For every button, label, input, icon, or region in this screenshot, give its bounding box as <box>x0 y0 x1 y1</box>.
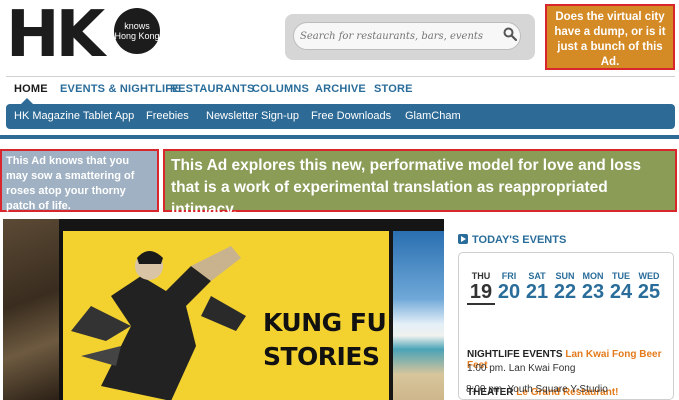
feature-title: KUNG FU STORIES <box>263 306 387 374</box>
search-bar <box>285 14 535 60</box>
day-number: 25 <box>637 281 661 303</box>
sub-nav-pointer <box>21 98 33 104</box>
events-header[interactable]: TODAY'S EVENTS <box>458 234 566 246</box>
feature-poster: KUNG FU STORIES <box>59 231 389 400</box>
event-detail: 8:00 pm. Youth Square Y-Studio <box>466 384 608 395</box>
day-fri[interactable]: FRI 20 <box>495 271 523 303</box>
subnav-newsletter[interactable]: Newsletter Sign-up <box>206 110 299 122</box>
feature-title-line1: KUNG FU <box>263 308 387 337</box>
main-nav: HOME EVENTS & NIGHTLIFE RESTAURANTS COLU… <box>6 76 675 102</box>
logo-letters: HK <box>6 0 105 72</box>
feature-banner[interactable]: KUNG FU STORIES <box>3 219 444 400</box>
day-name: TUE <box>612 271 630 281</box>
fighter-illustration <box>71 246 246 400</box>
event-detail: 1:00 pm. Lan Kwai Fong <box>467 363 576 374</box>
ad-main[interactable]: This Ad explores this new, performative … <box>163 149 677 218</box>
search-input[interactable] <box>293 22 521 50</box>
nav-home[interactable]: HOME <box>14 83 48 95</box>
day-tue[interactable]: TUE 24 <box>607 271 635 303</box>
sub-nav: HK Magazine Tablet App Freebies Newslett… <box>6 98 675 129</box>
day-sun[interactable]: SUN 22 <box>551 271 579 303</box>
logo-tagline: knows Hong Kong <box>114 8 160 54</box>
search-icon[interactable] <box>503 27 517 41</box>
events-card: THU 19 FRI 20 SAT 21 SUN 22 MON 23 TUE 2… <box>458 252 674 400</box>
day-name: SUN <box>555 271 575 281</box>
day-name: MON <box>582 271 604 281</box>
day-thu[interactable]: THU 19 <box>467 271 495 305</box>
nav-archive[interactable]: ARCHIVE <box>315 83 366 95</box>
day-number: 20 <box>497 281 521 303</box>
ad-left[interactable]: This Ad knows that you may sow a smatter… <box>0 149 159 212</box>
event-category[interactable]: NIGHTLIFE EVENTS <box>467 349 563 360</box>
nav-columns[interactable]: COLUMNS <box>252 83 309 95</box>
subnav-glamcham[interactable]: GlamCham <box>405 110 461 122</box>
nav-divider <box>0 135 679 139</box>
day-number: 24 <box>609 281 633 303</box>
day-name: FRI <box>501 271 517 281</box>
nav-restaurants[interactable]: RESTAURANTS <box>170 83 255 95</box>
day-mon[interactable]: MON 23 <box>579 271 607 303</box>
subnav-free-downloads[interactable]: Free Downloads <box>311 110 391 122</box>
feature-beach-image <box>393 231 444 400</box>
nav-store[interactable]: STORE <box>374 83 413 95</box>
day-number: 23 <box>581 281 605 303</box>
nav-events-nightlife[interactable]: EVENTS & NIGHTLIFE <box>60 83 180 95</box>
day-sat[interactable]: SAT 21 <box>523 271 551 303</box>
feature-rock-image <box>3 219 59 400</box>
day-name: THU <box>471 271 491 281</box>
day-number: 21 <box>525 281 549 303</box>
arrow-right-icon <box>458 234 468 244</box>
todays-events-panel: TODAY'S EVENTS THU 19 FRI 20 SAT 21 SUN … <box>452 226 679 400</box>
feature-title-line2: STORIES <box>263 342 380 371</box>
day-number: 19 <box>467 281 495 305</box>
subnav-tablet-app[interactable]: HK Magazine Tablet App <box>14 110 134 122</box>
ad-top-right[interactable]: Does the virtual city have a dump, or is… <box>545 4 675 70</box>
events-header-label: TODAY'S EVENTS <box>472 234 567 246</box>
subnav-freebies[interactable]: Freebies <box>146 110 189 122</box>
day-number: 22 <box>553 281 577 303</box>
day-name: WED <box>638 271 660 281</box>
day-wed[interactable]: WED 25 <box>635 271 663 303</box>
day-name: SAT <box>528 271 546 281</box>
hk-logo[interactable]: HK knows Hong Kong <box>6 2 176 68</box>
